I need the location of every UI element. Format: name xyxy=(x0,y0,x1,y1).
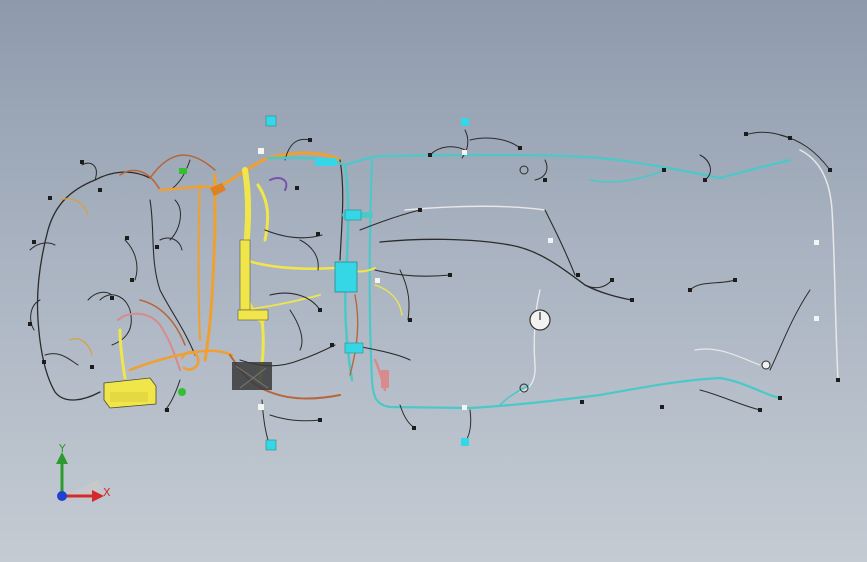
coordinate-triad xyxy=(56,452,104,502)
tail-lamp-icon[interactable] xyxy=(761,360,771,370)
battery-icon[interactable] xyxy=(103,377,157,409)
dash-connector-block[interactable] xyxy=(239,239,251,311)
y-axis-label: Y xyxy=(59,442,66,455)
cockpit-harness[interactable] xyxy=(213,138,344,441)
junction-connector-2[interactable] xyxy=(344,342,364,354)
console-harness[interactable] xyxy=(337,205,633,393)
seat-connector-icon[interactable] xyxy=(381,370,389,388)
door-connector-icon-2[interactable] xyxy=(461,438,469,446)
junction-connector[interactable] xyxy=(344,209,362,221)
door-connector-icon[interactable] xyxy=(461,118,469,126)
ground-point-icon[interactable] xyxy=(178,388,186,396)
wiring-harness-model[interactable] xyxy=(0,0,867,562)
z-axis-origin-icon xyxy=(57,491,67,501)
gauge-icon[interactable] xyxy=(529,309,551,331)
pillar-connector[interactable] xyxy=(315,158,337,166)
mirror-connector-icon[interactable] xyxy=(265,115,277,127)
speaker-icon[interactable] xyxy=(519,165,529,175)
fuse-box-icon[interactable] xyxy=(232,362,272,390)
mirror-connector-icon-2[interactable] xyxy=(265,439,277,451)
cad-viewport[interactable]: Y X xyxy=(0,0,867,562)
dash-connector-block-2[interactable] xyxy=(237,309,269,321)
x-axis-label: X xyxy=(103,486,111,499)
body-control-module-icon[interactable] xyxy=(334,261,358,293)
relay-icon[interactable] xyxy=(179,168,187,174)
engine-bay-harness[interactable] xyxy=(29,154,234,411)
